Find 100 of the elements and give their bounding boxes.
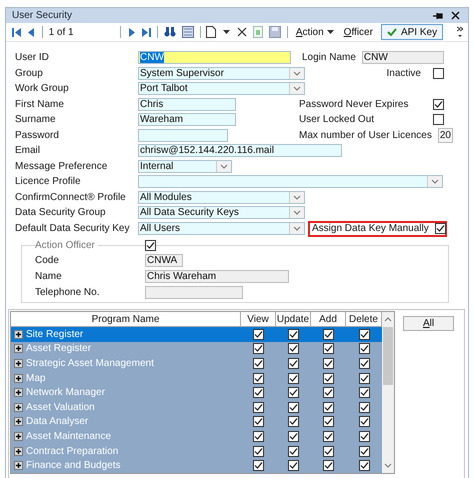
checkbox[interactable] xyxy=(288,358,299,369)
checkbox[interactable] xyxy=(288,343,299,354)
expand-icon[interactable] xyxy=(14,446,23,456)
checkbox[interactable] xyxy=(433,68,444,79)
column-header[interactable]: Update xyxy=(276,312,311,327)
checkbox[interactable] xyxy=(358,387,370,398)
expand-icon[interactable] xyxy=(14,374,23,383)
checkbox[interactable] xyxy=(323,430,334,442)
checkbox[interactable] xyxy=(145,240,156,251)
input-field[interactable]: CNW xyxy=(362,51,444,64)
checkbox[interactable] xyxy=(358,416,370,428)
number-field[interactable]: 20 xyxy=(438,128,453,143)
list-icon[interactable] xyxy=(182,25,194,39)
checkbox[interactable] xyxy=(323,416,334,428)
checkbox[interactable] xyxy=(358,460,370,472)
save-icon[interactable] xyxy=(269,25,282,39)
checkbox[interactable] xyxy=(434,223,446,234)
checkbox[interactable] xyxy=(288,387,299,398)
dropdown-field[interactable]: Internal xyxy=(138,160,232,173)
checkbox[interactable] xyxy=(323,446,334,457)
checkbox[interactable] xyxy=(288,402,299,413)
checkbox[interactable] xyxy=(288,416,299,428)
input-field[interactable]: Chris xyxy=(138,98,236,111)
checkbox[interactable] xyxy=(323,343,334,354)
expand-icon[interactable] xyxy=(14,402,23,412)
checkbox[interactable] xyxy=(358,358,370,369)
new-document-icon[interactable] xyxy=(206,25,216,39)
checkbox[interactable] xyxy=(323,328,334,340)
checkbox[interactable] xyxy=(253,460,264,472)
program-row[interactable]: Site Register xyxy=(11,327,382,342)
input-field[interactable]: Chris Wareham xyxy=(145,270,289,282)
checkbox[interactable] xyxy=(358,402,370,413)
checkbox[interactable] xyxy=(253,416,264,428)
checkbox[interactable] xyxy=(433,98,444,110)
dropdown-field[interactable]: System Supervisor xyxy=(138,66,305,80)
checkbox[interactable] xyxy=(358,430,370,442)
input-field[interactable]: Wareham xyxy=(138,113,236,126)
expand-icon[interactable] xyxy=(14,417,23,426)
checkbox[interactable] xyxy=(288,446,299,457)
checkbox[interactable] xyxy=(288,460,299,472)
checkbox[interactable] xyxy=(358,343,370,354)
field-label: Work Group xyxy=(15,83,70,94)
dropdown-field[interactable]: All Data Security Keys xyxy=(138,206,305,220)
delete-icon[interactable] xyxy=(237,25,248,39)
checkbox[interactable] xyxy=(253,430,264,442)
dropdown-field[interactable]: All Users xyxy=(138,222,305,235)
checkbox[interactable] xyxy=(288,328,299,340)
dropdown-field[interactable]: All Modules xyxy=(138,190,305,204)
expand-icon[interactable] xyxy=(14,358,23,368)
checkbox[interactable] xyxy=(358,446,370,457)
expand-icon[interactable] xyxy=(14,461,23,470)
checkbox[interactable] xyxy=(323,460,334,472)
input-field[interactable] xyxy=(138,128,228,142)
chevron-down-icon xyxy=(216,160,231,172)
checkbox[interactable] xyxy=(253,343,264,354)
checkbox[interactable] xyxy=(253,446,264,457)
expand-icon[interactable] xyxy=(14,388,23,398)
binoculars-icon[interactable] xyxy=(164,25,176,39)
checkbox[interactable] xyxy=(253,372,264,384)
column-header[interactable]: Program Name xyxy=(11,312,241,327)
expand-icon[interactable] xyxy=(14,330,23,339)
last-icon[interactable] xyxy=(142,25,152,39)
checkbox[interactable] xyxy=(358,328,370,340)
dropdown-field[interactable] xyxy=(138,175,443,188)
action-menu[interactable]: Action xyxy=(294,26,336,38)
column-header[interactable]: View xyxy=(241,312,276,327)
next-icon[interactable] xyxy=(127,25,136,39)
all-button[interactable]: All xyxy=(403,316,454,331)
column-header[interactable]: Delete xyxy=(346,312,382,327)
column-header[interactable]: Add xyxy=(311,312,346,327)
checkbox[interactable] xyxy=(323,372,334,384)
checkbox[interactable] xyxy=(323,387,334,398)
checkbox[interactable] xyxy=(253,402,264,413)
input-field[interactable]: chrisw@152.144.220.116.mail xyxy=(138,144,342,158)
previous-icon[interactable] xyxy=(27,25,36,39)
expand-icon[interactable] xyxy=(14,344,23,354)
input-field[interactable] xyxy=(145,286,243,298)
officer-button[interactable]: Officer xyxy=(342,26,375,38)
api-key-button[interactable]: API Key xyxy=(380,24,444,40)
checkbox[interactable] xyxy=(253,328,264,340)
group-title: Action Officer xyxy=(35,240,98,251)
checkbox[interactable] xyxy=(323,358,334,369)
program-name: Site Register xyxy=(26,328,84,340)
checkbox[interactable] xyxy=(288,430,299,442)
checkbox[interactable] xyxy=(358,372,370,384)
scroll-up-icon[interactable] xyxy=(384,316,392,322)
checkbox[interactable] xyxy=(288,372,299,384)
checkbox[interactable] xyxy=(433,114,444,126)
input-field[interactable]: CNW xyxy=(138,51,291,64)
scroll-down-icon[interactable] xyxy=(384,463,392,468)
dropdown-field[interactable]: Port Talbot xyxy=(138,82,305,96)
checkbox[interactable] xyxy=(253,358,264,369)
chevron-down-icon xyxy=(289,68,304,79)
checkbox[interactable] xyxy=(253,387,264,398)
expand-icon[interactable] xyxy=(14,432,23,441)
input-field[interactable]: CNWA xyxy=(145,254,183,266)
first-icon[interactable] xyxy=(12,25,21,39)
checkbox[interactable] xyxy=(323,402,334,413)
overflow-icon[interactable] xyxy=(455,25,464,39)
scrollbar[interactable] xyxy=(382,312,394,473)
